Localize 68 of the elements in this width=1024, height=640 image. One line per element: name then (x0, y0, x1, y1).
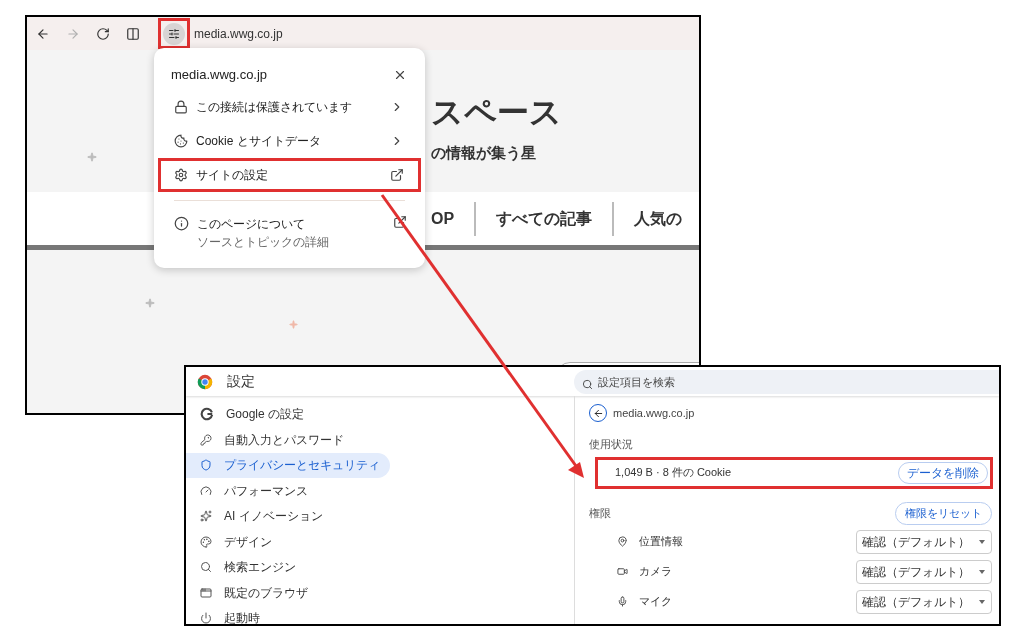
gear-icon (174, 168, 188, 182)
sparkle-icon (145, 298, 155, 308)
key-icon (200, 433, 212, 446)
permission-label: 位置情報 (639, 534, 684, 550)
back-icon (592, 407, 604, 419)
usage-summary: 1,049 B · 8 件の Cookie (615, 465, 732, 481)
dropdown-caret-icon (979, 539, 985, 544)
location-pin-icon (617, 536, 628, 547)
cookie-icon (174, 134, 188, 148)
tune-icon (168, 27, 180, 40)
sidebar-item[interactable]: デザイン (186, 529, 390, 554)
search-field[interactable]: 設定項目を検索 (574, 369, 999, 394)
sidebar-item[interactable]: 自動入力とパスワード (186, 427, 390, 452)
search-icon (582, 378, 593, 390)
sidebar-item[interactable]: 起動時 (186, 606, 390, 624)
nav-link[interactable]: OP (431, 206, 455, 231)
sparkles-icon (200, 510, 212, 523)
sidebar-item[interactable]: Google の設定 (186, 402, 390, 427)
reload-icon (96, 26, 110, 41)
site-tagline: の情報が集う星 (431, 143, 537, 163)
popup-menu-item[interactable]: サイトの設定 (158, 158, 421, 192)
permission-dropdown[interactable]: 確認（デフォルト） (856, 559, 992, 584)
nav-link[interactable]: 人気の (634, 206, 683, 231)
dropdown-caret-icon (979, 599, 985, 604)
info-icon (174, 216, 189, 231)
section-heading: 権限 (589, 505, 611, 521)
site-name: media.wwg.co.jp (613, 405, 695, 421)
settings-title: 設定 (227, 372, 255, 391)
lock-icon (174, 100, 188, 114)
permission-dropdown[interactable]: 確認（デフォルト） (856, 529, 992, 554)
sidebar-item[interactable]: プライバシーとセキュリティ (186, 453, 390, 478)
section-heading: 使用状況 (589, 437, 634, 452)
external-link-icon (393, 215, 407, 229)
close-icon (393, 68, 407, 82)
permission-label: マイク (639, 594, 673, 610)
window-icon (200, 586, 212, 599)
site-title: スペース (431, 94, 563, 130)
permission-label: カメラ (639, 564, 673, 580)
popup-menu-item[interactable]: Cookie とサイトデータ (158, 124, 421, 158)
close-button[interactable] (393, 68, 407, 82)
search-icon (200, 561, 212, 574)
sidebar-item[interactable]: AI イノベーション (186, 504, 390, 529)
back-icon (36, 26, 50, 41)
permission-dropdown[interactable]: 確認（デフォルト） (856, 589, 992, 614)
sparkle-icon (289, 320, 298, 329)
dropdown-caret-icon (979, 569, 985, 574)
palette-icon (200, 535, 212, 548)
popup-title: media.wwg.co.jp (171, 66, 268, 85)
g-logo-icon (200, 407, 214, 422)
item-label: このページについて (197, 216, 306, 233)
sidebar-item[interactable]: 検索エンジン (186, 555, 390, 580)
sidebar-item[interactable]: 既定のブラウザ (186, 580, 390, 605)
item-subtitle: ソースとトピックの詳細 (197, 234, 330, 251)
external-link-icon (390, 168, 404, 182)
camera-icon (617, 566, 628, 577)
forward-icon (66, 26, 80, 41)
nav-link[interactable]: すべての記事 (496, 206, 593, 231)
sidebar-item[interactable]: パフォーマンス (186, 478, 390, 503)
gauge-icon (200, 484, 212, 497)
chrome-logo-icon (197, 373, 213, 390)
popup-menu-item[interactable]: このページについて ソースとトピックの詳細 (154, 209, 425, 251)
shield-icon (200, 459, 212, 472)
sparkle-icon (87, 152, 97, 162)
address-text[interactable]: media.wwg.co.jp (194, 24, 283, 43)
split-view-icon (126, 26, 140, 41)
power-icon (200, 612, 212, 624)
microphone-icon (617, 596, 628, 607)
popup-menu-item[interactable]: この接続は保護されています (158, 90, 421, 124)
